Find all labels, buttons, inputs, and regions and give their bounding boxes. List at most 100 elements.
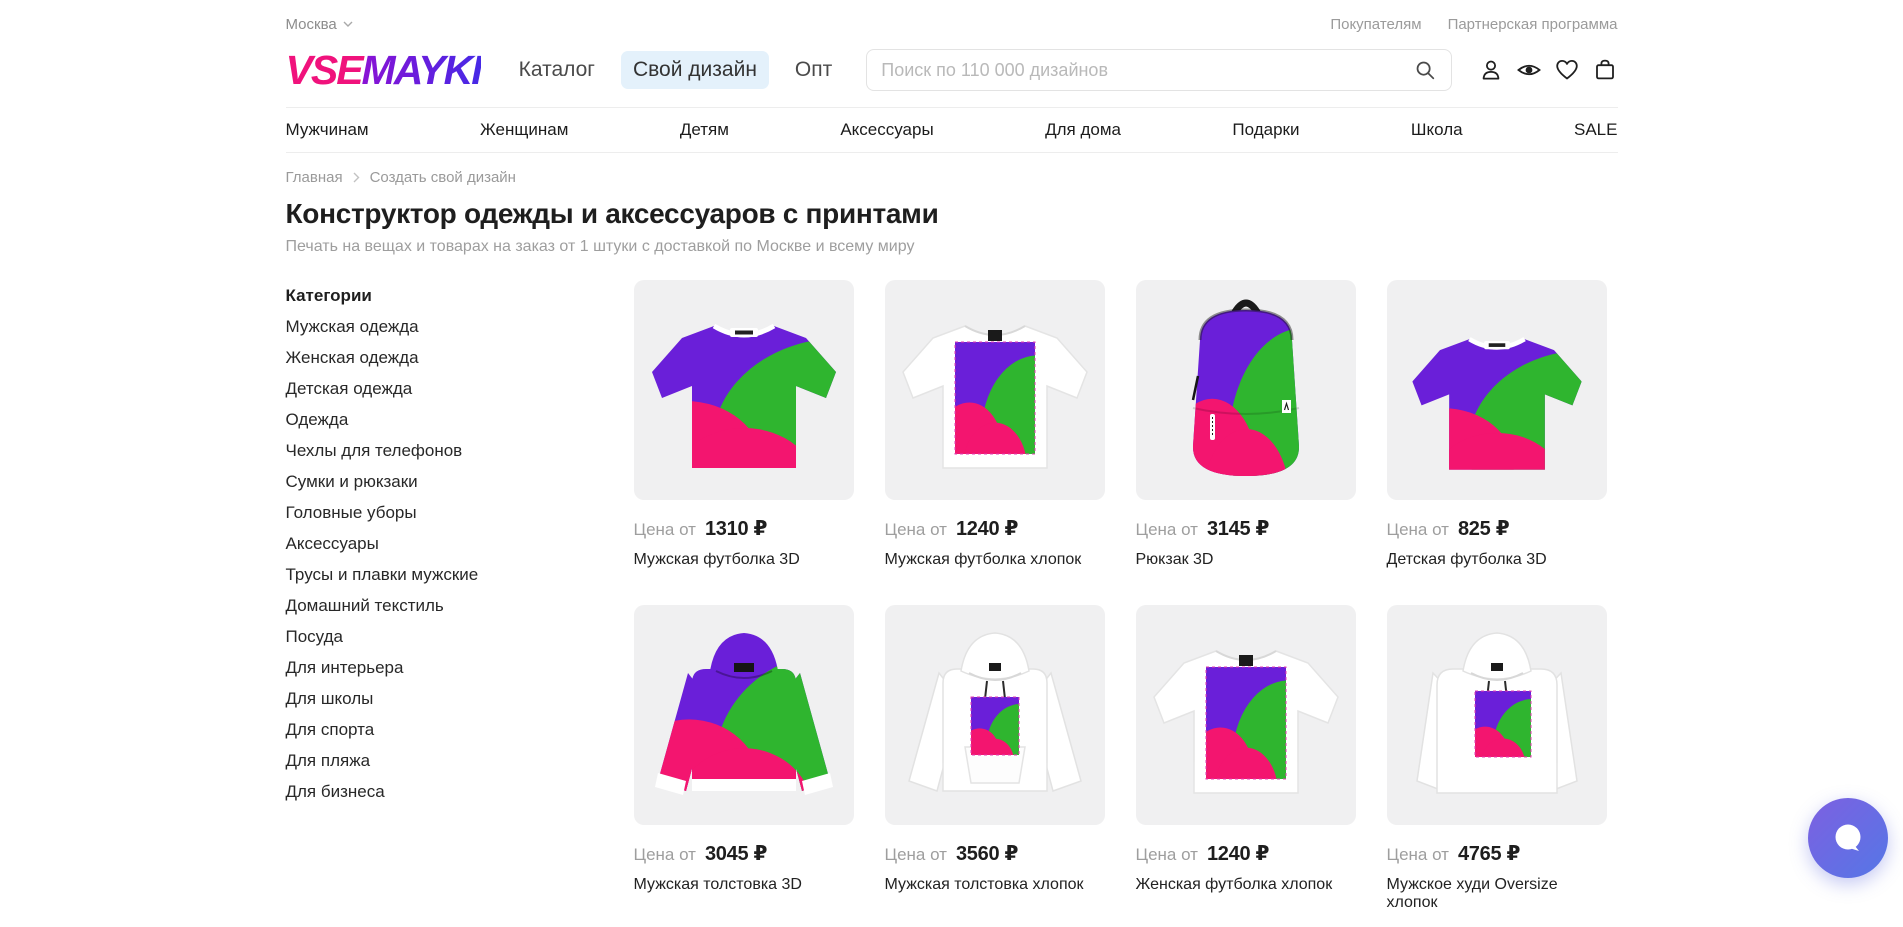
catnav-item-0[interactable]: Мужчинам — [286, 120, 369, 140]
chat-bubble-icon — [1826, 816, 1870, 860]
price-label: Цена от — [634, 845, 696, 865]
sidebar-item-4[interactable]: Чехлы для телефонов — [286, 435, 586, 466]
product-name[interactable]: Детская футболка 3D — [1387, 551, 1607, 569]
product-card[interactable]: Цена от 3045 ₽ Мужская толстовка 3D — [634, 605, 854, 912]
price-value: 4765 ₽ — [1458, 841, 1520, 866]
price-value: 3145 ₽ — [1207, 516, 1269, 541]
sidebar-item-12[interactable]: Для школы — [286, 683, 586, 714]
product-name[interactable]: Рюкзак 3D — [1136, 551, 1356, 569]
product-image[interactable] — [1136, 605, 1356, 825]
price-value: 1310 ₽ — [705, 516, 767, 541]
catnav-item-7[interactable]: SALE — [1574, 120, 1617, 140]
catnav-item-3[interactable]: Аксессуары — [840, 120, 933, 140]
price-value: 1240 ₽ — [1207, 841, 1269, 866]
product-card[interactable]: Цена от 1240 ₽ Мужская футболка хлопок — [885, 280, 1105, 569]
product-price-row: Цена от 1240 ₽ — [1136, 841, 1356, 866]
catnav-item-6[interactable]: Школа — [1411, 120, 1463, 140]
header-nav: Каталог Свой дизайн Опт — [507, 51, 845, 89]
product-image[interactable] — [1387, 280, 1607, 500]
product-name[interactable]: Мужское худи Oversize хлопок — [1387, 876, 1607, 912]
price-label: Цена от — [1136, 845, 1198, 865]
catnav-item-4[interactable]: Для дома — [1045, 120, 1121, 140]
price-value: 1240 ₽ — [956, 516, 1018, 541]
product-image[interactable] — [1136, 280, 1356, 500]
account-icon[interactable] — [1478, 57, 1504, 83]
product-price-row: Цена от 3560 ₽ — [885, 841, 1105, 866]
product-image[interactable] — [1387, 605, 1607, 825]
sidebar-title: Категории — [286, 280, 586, 311]
price-value: 3560 ₽ — [956, 841, 1018, 866]
catnav-item-2[interactable]: Детям — [680, 120, 729, 140]
product-image[interactable] — [885, 605, 1105, 825]
price-label: Цена от — [885, 520, 947, 540]
product-price-row: Цена от 3045 ₽ — [634, 841, 854, 866]
product-image[interactable] — [885, 280, 1105, 500]
search-icon[interactable] — [1413, 58, 1437, 82]
search-box — [866, 49, 1451, 91]
chevron-down-icon — [343, 21, 353, 28]
city-label: Москва — [286, 16, 337, 33]
categories-sidebar: Категории Мужская одеждаЖенская одеждаДе… — [286, 280, 586, 927]
sidebar-item-10[interactable]: Посуда — [286, 621, 586, 652]
sidebar-item-1[interactable]: Женская одежда — [286, 342, 586, 373]
sidebar-item-9[interactable]: Домашний текстиль — [286, 590, 586, 621]
sidebar-item-8[interactable]: Трусы и плавки мужские — [286, 559, 586, 590]
breadcrumb-home[interactable]: Главная — [286, 169, 343, 186]
product-card[interactable]: Цена от 3560 ₽ Мужская толстовка хлопок — [885, 605, 1105, 912]
nav-wholesale[interactable]: Опт — [783, 51, 844, 89]
product-price-row: Цена от 825 ₽ — [1387, 516, 1607, 541]
product-card[interactable]: Цена от 3145 ₽ Рюкзак 3D — [1136, 280, 1356, 569]
product-price-row: Цена от 4765 ₽ — [1387, 841, 1607, 866]
nav-catalog[interactable]: Каталог — [507, 51, 607, 89]
product-name[interactable]: Мужская толстовка 3D — [634, 876, 854, 894]
breadcrumb-current: Создать свой дизайн — [370, 169, 516, 186]
product-image[interactable] — [634, 605, 854, 825]
price-label: Цена от — [885, 845, 947, 865]
product-image[interactable] — [634, 280, 854, 500]
sidebar-list: Мужская одеждаЖенская одеждаДетская одеж… — [286, 311, 586, 807]
price-label: Цена от — [1387, 520, 1449, 540]
catnav-item-1[interactable]: Женщинам — [480, 120, 568, 140]
chat-widget-button[interactable] — [1808, 798, 1888, 878]
main-header: VSEMAYKI Каталог Свой дизайн Опт — [286, 43, 1618, 97]
topbar-link-buyers[interactable]: Покупателям — [1330, 16, 1421, 33]
product-price-row: Цена от 1240 ₽ — [885, 516, 1105, 541]
product-price-row: Цена от 1310 ₽ — [634, 516, 854, 541]
sidebar-item-0[interactable]: Мужская одежда — [286, 311, 586, 342]
topbar-link-partners[interactable]: Партнерская программа — [1448, 16, 1618, 33]
search-input[interactable] — [881, 60, 1412, 81]
sidebar-item-15[interactable]: Для бизнеса — [286, 776, 586, 807]
favorites-icon[interactable] — [1554, 57, 1580, 83]
price-value: 3045 ₽ — [705, 841, 767, 866]
product-name[interactable]: Мужская толстовка хлопок — [885, 876, 1105, 894]
product-card[interactable]: Цена от 4765 ₽ Мужское худи Oversize хло… — [1387, 605, 1607, 912]
nav-own-design[interactable]: Свой дизайн — [621, 51, 769, 89]
viewed-icon[interactable] — [1516, 57, 1542, 83]
sidebar-item-14[interactable]: Для пляжа — [286, 745, 586, 776]
product-name[interactable]: Мужская футболка 3D — [634, 551, 854, 569]
sidebar-item-13[interactable]: Для спорта — [286, 714, 586, 745]
logo-part-mayki: MAYKI — [362, 47, 481, 93]
sidebar-item-2[interactable]: Детская одежда — [286, 373, 586, 404]
product-card[interactable]: Цена от 1310 ₽ Мужская футболка 3D — [634, 280, 854, 569]
price-label: Цена от — [634, 520, 696, 540]
sidebar-item-6[interactable]: Головные уборы — [286, 497, 586, 528]
price-label: Цена от — [1387, 845, 1449, 865]
sidebar-item-3[interactable]: Одежда — [286, 404, 586, 435]
product-grid: Цена от 1310 ₽ Мужская футболка 3D Цена … — [634, 280, 1607, 927]
product-name[interactable]: Мужская футболка хлопок — [885, 551, 1105, 569]
logo[interactable]: VSEMAYKI — [286, 50, 481, 91]
product-price-row: Цена от 3145 ₽ — [1136, 516, 1356, 541]
product-card[interactable]: Цена от 1240 ₽ Женская футболка хлопок — [1136, 605, 1356, 912]
sidebar-item-7[interactable]: Аксессуары — [286, 528, 586, 559]
sidebar-item-11[interactable]: Для интерьера — [286, 652, 586, 683]
cart-icon[interactable] — [1592, 57, 1618, 83]
catnav-item-5[interactable]: Подарки — [1232, 120, 1299, 140]
product-name[interactable]: Женская футболка хлопок — [1136, 876, 1356, 894]
category-nav: Мужчинам Женщинам Детям Аксессуары Для дома П… — [286, 107, 1618, 153]
breadcrumb: Главная Создать свой дизайн — [286, 169, 1618, 186]
top-bar: Москва Покупателям Партнерская программа — [286, 0, 1618, 33]
product-card[interactable]: Цена от 825 ₽ Детская футболка 3D — [1387, 280, 1607, 569]
sidebar-item-5[interactable]: Сумки и рюкзаки — [286, 466, 586, 497]
city-selector[interactable]: Москва — [286, 16, 353, 33]
